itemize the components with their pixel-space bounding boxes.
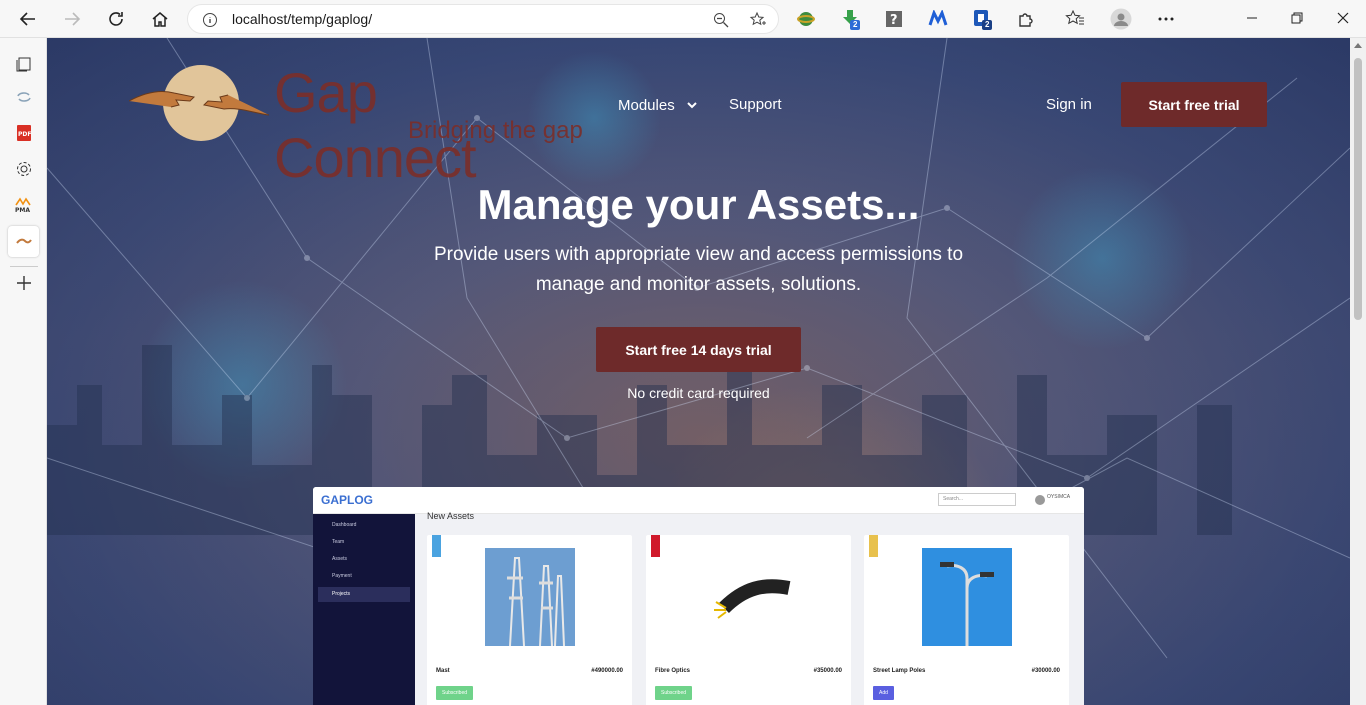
preview-avatar	[1035, 495, 1045, 505]
nav-modules-label: Modules	[618, 97, 675, 114]
forward-arrow-icon[interactable]	[60, 7, 84, 31]
svg-text:PDF: PDF	[18, 131, 31, 138]
download-extension-icon[interactable]: 2	[840, 8, 862, 30]
restore-icon[interactable]	[1285, 6, 1309, 30]
url-text[interactable]: localhost/temp/gaplog/	[232, 11, 372, 27]
preview-nav-item: Team	[332, 539, 345, 545]
street-lamp-image	[922, 548, 1012, 646]
card-ribbon	[432, 535, 441, 557]
minimize-icon[interactable]	[1240, 6, 1264, 30]
app-preview-screenshot: GAPLOG Search... OYSIMCA Dashboard Team …	[313, 487, 1084, 705]
download-badge: 2	[853, 20, 858, 29]
hero-subtitle: Provide users with appropriate view and …	[433, 244, 964, 295]
address-bar[interactable]: localhost/temp/gaplog/	[187, 4, 779, 34]
tabs-icon[interactable]	[10, 50, 38, 78]
fibre-optics-image	[704, 548, 794, 646]
refresh-icon[interactable]	[104, 7, 128, 31]
home-icon[interactable]	[148, 7, 172, 31]
start-free-trial-button[interactable]: Start free trial	[1121, 82, 1267, 127]
nav-support[interactable]: Support	[729, 96, 782, 113]
password-badge: 2	[985, 20, 990, 29]
zoom-icon[interactable]	[713, 12, 729, 33]
add-icon[interactable]	[10, 269, 38, 297]
globe-extension-icon[interactable]	[795, 8, 817, 30]
hero-title: Manage your Assets...	[477, 181, 920, 228]
preview-topbar: GAPLOG Search... OYSIMCA	[313, 487, 1084, 514]
card-price: #35000.00	[813, 668, 842, 674]
subscribed-button: Subscribed	[655, 686, 693, 700]
start-14-days-trial-button[interactable]: Start free 14 days trial	[596, 327, 801, 372]
gapconnect-logo[interactable]: Gap Connect Bridging the gap	[127, 60, 587, 189]
subscribed-button: Subscribed	[436, 686, 474, 700]
info-icon[interactable]	[202, 12, 218, 33]
card-price: #30000.00	[1031, 668, 1060, 674]
card-name: Fibre Optics	[655, 668, 691, 674]
page-scrollbar[interactable]	[1350, 38, 1366, 705]
mast-image	[485, 548, 575, 646]
extensions-puzzle-icon[interactable]	[1015, 8, 1037, 30]
nav-modules[interactable]: Modules	[618, 96, 697, 114]
card-name: Street Lamp Poles	[873, 668, 926, 674]
preview-search: Search...	[938, 493, 1016, 506]
more-options-icon[interactable]	[1155, 8, 1177, 30]
sidebar-divider	[10, 266, 38, 267]
preview-nav-item-active: Projects	[318, 587, 410, 602]
add-favorite-icon[interactable]	[749, 11, 767, 34]
preview-logo: GAPLOG	[321, 493, 374, 507]
profile-avatar-icon[interactable]	[1110, 8, 1132, 30]
add-button: Add	[873, 686, 894, 700]
sync-icon[interactable]	[10, 83, 38, 111]
back-arrow-icon[interactable]	[16, 7, 40, 31]
card-ribbon	[869, 535, 878, 557]
logo-hands-icon	[129, 65, 269, 141]
asset-card: Street Lamp Poles #30000.00 Add	[864, 535, 1069, 705]
preview-nav-item: Payment	[332, 573, 352, 579]
scroll-up-arrow-icon[interactable]	[1354, 43, 1362, 48]
favorites-icon[interactable]	[1064, 8, 1086, 30]
browser-sidebar: PDF PMA	[0, 38, 47, 705]
close-icon[interactable]	[1331, 6, 1355, 30]
landing-page: Gap Connect Bridging the gap Modules Sup…	[47, 38, 1350, 705]
asset-card: Mast #490000.00 Subscribed	[427, 535, 632, 705]
no-credit-card-note: No credit card required	[627, 385, 770, 401]
signin-link[interactable]: Sign in	[1046, 96, 1092, 113]
preview-sidebar: Dashboard Team Assets Payment Projects	[313, 514, 415, 705]
card-ribbon	[651, 535, 660, 557]
preview-heading: New Assets	[427, 511, 475, 521]
card-price: #490000.00	[591, 668, 623, 674]
settings-gear-icon[interactable]	[10, 155, 38, 183]
chevron-down-icon	[687, 96, 697, 113]
preview-nav-item: Assets	[332, 556, 348, 562]
svg-text:PMA: PMA	[15, 207, 30, 213]
phpmyadmin-icon[interactable]: PMA	[10, 191, 38, 219]
preview-user: OYSIMCA	[1047, 494, 1071, 500]
help-extension-icon[interactable]: ?	[883, 8, 905, 30]
svg-text:?: ?	[890, 13, 898, 28]
browser-toolbar: localhost/temp/gaplog/ 2 ? 2	[0, 0, 1366, 38]
gapconnect-tab-icon[interactable]	[8, 226, 39, 257]
card-name: Mast	[436, 668, 450, 674]
scroll-thumb[interactable]	[1354, 58, 1362, 320]
m-extension-icon[interactable]	[927, 8, 949, 30]
pdf-icon[interactable]: PDF	[10, 119, 38, 147]
logo-tagline: Bridging the gap	[408, 117, 583, 144]
asset-card: Fibre Optics #35000.00 Subscribed	[646, 535, 851, 705]
preview-nav-item: Dashboard	[332, 522, 357, 528]
password-extension-icon[interactable]: 2	[972, 8, 994, 30]
